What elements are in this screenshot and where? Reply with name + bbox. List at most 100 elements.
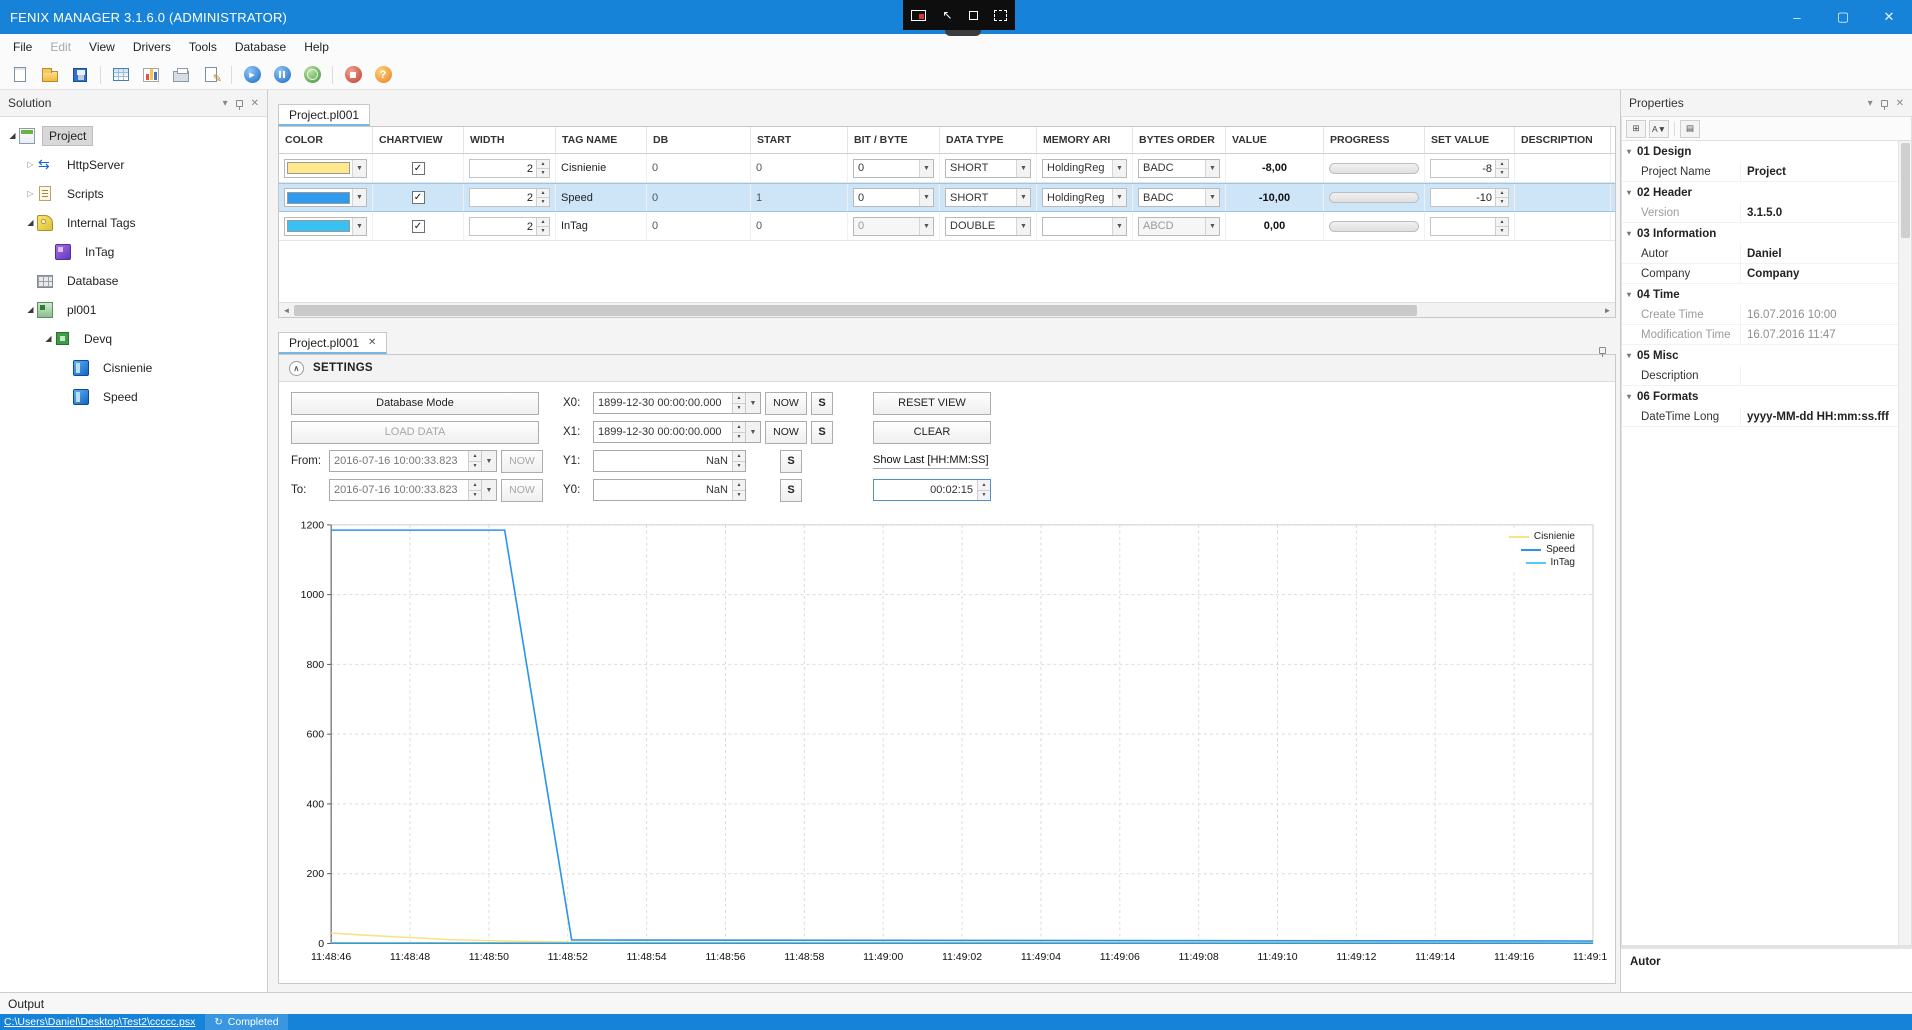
col-header-tag-name[interactable]: TAG NAME: [556, 127, 647, 153]
x1-datetime-input[interactable]: 1899-12-30 00:00:00.000 ▲▼ ▼: [593, 421, 761, 443]
set-value-stepper[interactable]: ▲▼: [1430, 217, 1509, 236]
data-type-dropdown[interactable]: SHORT▼: [945, 159, 1031, 178]
spinner[interactable]: ▲▼: [536, 189, 549, 206]
horizontal-scrollbar[interactable]: ◄ ►: [279, 302, 1615, 317]
color-dropdown[interactable]: ▼: [284, 188, 367, 207]
menu-view[interactable]: View: [80, 36, 124, 58]
prop-row-company[interactable]: Company Company: [1622, 264, 1898, 284]
prop-row-autor[interactable]: Autor Daniel: [1622, 244, 1898, 264]
x1-now-button[interactable]: NOW: [765, 421, 807, 444]
property-page-icon[interactable]: ▤: [1680, 120, 1700, 138]
expander-icon[interactable]: ◢: [42, 334, 55, 343]
col-header-width[interactable]: WIDTH: [464, 127, 556, 153]
stop-button[interactable]: [341, 63, 365, 87]
run-button[interactable]: [240, 63, 264, 87]
bytes-order-dropdown[interactable]: BADC▼: [1138, 159, 1220, 178]
width-stepper[interactable]: 2▲▼: [469, 188, 550, 207]
spinner[interactable]: ▲▼: [536, 218, 549, 235]
close-button[interactable]: ✕: [1866, 0, 1912, 34]
chart-plot[interactable]: 11:48:4611:48:4811:48:5011:48:5211:48:54…: [285, 515, 1607, 979]
col-header-db[interactable]: DB: [647, 127, 751, 153]
x1-s-button[interactable]: S: [811, 421, 833, 444]
col-header-bit-byte[interactable]: BIT / BYTE: [848, 127, 940, 153]
x0-now-button[interactable]: NOW: [765, 392, 807, 415]
close-icon[interactable]: ✕: [1896, 98, 1904, 109]
bytes-order-dropdown[interactable]: BADC▼: [1138, 188, 1220, 207]
y0-input[interactable]: NaN ▲▼: [593, 479, 746, 501]
scrollbar-thumb[interactable]: [294, 305, 1417, 316]
bit-byte-dropdown[interactable]: 0▼: [853, 217, 934, 236]
new-file-button[interactable]: [8, 63, 32, 87]
spinner[interactable]: ▲▼: [732, 480, 745, 500]
data-type-dropdown[interactable]: SHORT▼: [945, 188, 1031, 207]
col-header-start[interactable]: START: [751, 127, 848, 153]
expander-icon[interactable]: ◢: [24, 218, 37, 227]
tree-item-pl001[interactable]: ◢ pl001: [0, 295, 267, 324]
tree-item-scripts[interactable]: ▷ Scripts: [0, 179, 267, 208]
expander-icon[interactable]: ◢: [6, 131, 19, 140]
spinner[interactable]: ▲▼: [732, 422, 745, 442]
expander-icon[interactable]: ▷: [24, 189, 37, 198]
col-header-value[interactable]: VALUE: [1226, 127, 1324, 153]
prop-group-information[interactable]: ▾03 Information: [1622, 223, 1898, 244]
tree-item-devq[interactable]: ◢ Devq: [0, 324, 267, 353]
database-mode-button[interactable]: Database Mode: [291, 392, 539, 415]
col-header-set-value[interactable]: SET VALUE: [1425, 127, 1515, 153]
description-cell[interactable]: [1515, 184, 1611, 211]
prop-row-create-time[interactable]: Create Time 16.07.2016 10:00: [1622, 305, 1898, 325]
prop-group-misc[interactable]: ▾05 Misc: [1622, 345, 1898, 366]
scrollbar-thumb[interactable]: [1901, 143, 1910, 238]
prop-group-time[interactable]: ▾04 Time: [1622, 284, 1898, 305]
set-value-stepper[interactable]: -10▲▼: [1430, 188, 1509, 207]
from-now-button[interactable]: NOW: [501, 450, 543, 473]
col-header-memory-area[interactable]: MEMORY ARI: [1037, 127, 1133, 153]
spinner[interactable]: ▲▼: [536, 160, 549, 177]
chevron-down-icon[interactable]: ▾: [223, 98, 228, 109]
save-button[interactable]: [68, 63, 92, 87]
web-server-button[interactable]: [300, 63, 324, 87]
tree-item-internal-tags[interactable]: ◢ Internal Tags: [0, 208, 267, 237]
minimize-button[interactable]: –: [1774, 0, 1820, 34]
col-header-data-type[interactable]: DATA TYPE: [940, 127, 1037, 153]
x0-datetime-input[interactable]: 1899-12-30 00:00:00.000 ▲▼ ▼: [593, 392, 761, 414]
y0-s-button[interactable]: S: [780, 479, 802, 502]
bit-byte-dropdown[interactable]: 0▼: [853, 188, 934, 207]
collapse-chevron-icon[interactable]: ∧: [289, 361, 304, 376]
tree-item-intag[interactable]: InTag: [0, 237, 267, 266]
capture-toolbar-handle[interactable]: [945, 30, 981, 36]
width-stepper[interactable]: 2▲▼: [469, 159, 550, 178]
close-icon[interactable]: ✕: [251, 98, 259, 109]
chartview-checkbox[interactable]: ✓: [412, 162, 425, 175]
bit-byte-dropdown[interactable]: 0▼: [853, 159, 934, 178]
splitter[interactable]: [278, 318, 1616, 330]
pin-icon[interactable]: [1881, 100, 1888, 107]
edit-script-button[interactable]: [199, 63, 223, 87]
menu-help[interactable]: Help: [295, 36, 338, 58]
help-button[interactable]: [371, 63, 395, 87]
spinner[interactable]: ▲▼: [977, 480, 990, 500]
col-header-description[interactable]: DESCRIPTION: [1515, 127, 1611, 153]
menu-database[interactable]: Database: [226, 36, 295, 58]
window-icon[interactable]: [969, 11, 978, 20]
from-datetime-input[interactable]: 2016-07-16 10:00:33.823 ▲▼ ▼: [329, 450, 497, 472]
load-data-button[interactable]: LOAD DATA: [291, 421, 539, 444]
expander-icon[interactable]: ◢: [24, 305, 37, 314]
tree-item-project[interactable]: ◢ Project: [0, 121, 267, 150]
spinner[interactable]: ▲▼: [1495, 189, 1508, 206]
print-button[interactable]: [169, 63, 193, 87]
prop-row-description[interactable]: Description: [1622, 366, 1898, 386]
scroll-right-arrow[interactable]: ►: [1600, 306, 1615, 315]
memory-area-dropdown[interactable]: HoldingReg▼: [1042, 159, 1127, 178]
grid-row-cisnienie[interactable]: ▼ ✓ 2▲▼ Cisnienie 0 0 0▼ SHORT▼ HoldingR…: [279, 154, 1615, 183]
prop-value[interactable]: Company: [1740, 264, 1898, 283]
color-dropdown[interactable]: ▼: [284, 217, 367, 236]
display-share-icon[interactable]: [911, 10, 926, 21]
description-cell[interactable]: [1515, 154, 1611, 182]
pin-icon[interactable]: [1599, 347, 1606, 354]
set-value-stepper[interactable]: -8▲▼: [1430, 159, 1509, 178]
x0-s-button[interactable]: S: [811, 392, 833, 415]
tab-grid-doc[interactable]: Project.pl001: [278, 104, 370, 126]
memory-area-dropdown[interactable]: ▼: [1042, 217, 1127, 236]
color-dropdown[interactable]: ▼: [284, 159, 367, 178]
menu-edit[interactable]: Edit: [41, 36, 80, 58]
